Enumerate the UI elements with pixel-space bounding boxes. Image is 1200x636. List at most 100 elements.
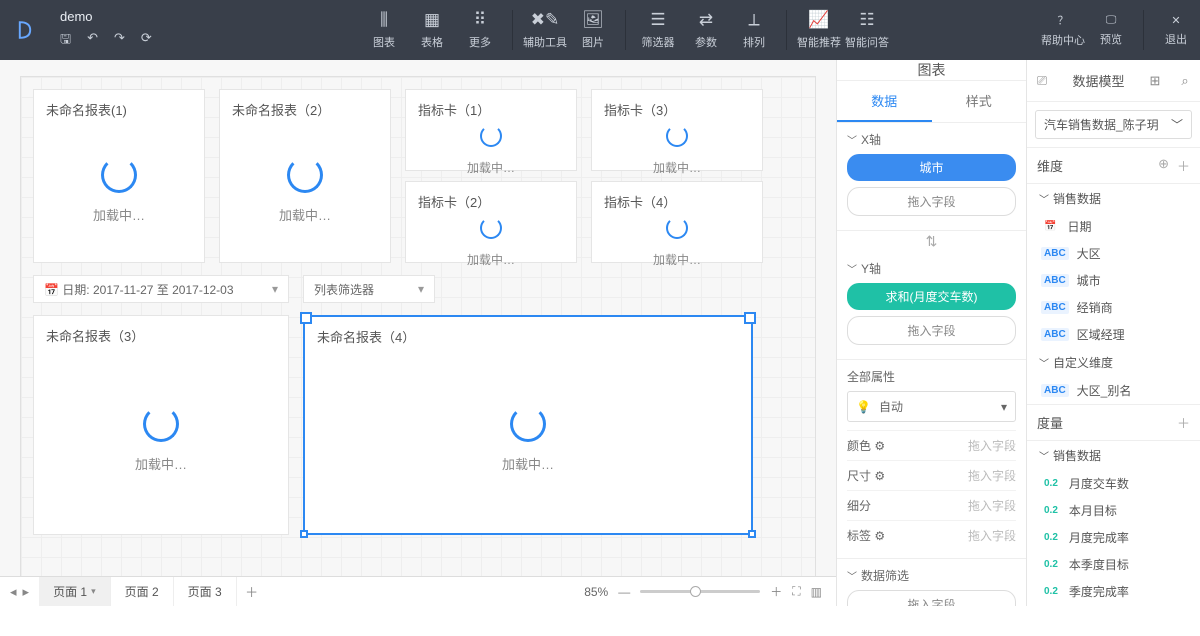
tool-sort[interactable]: ⟂排列 [730,0,778,60]
field-manager[interactable]: ABC区域经理 [1027,321,1200,348]
attributes-section: 全部属性 💡 自动 ▾ 颜色 ⚙拖入字段 尺寸 ⚙拖入字段 细分拖入字段 标签 … [837,360,1026,559]
tab-style[interactable]: 样式 [932,81,1027,122]
indicator-card-4[interactable]: 指标卡（4） 加载中… [591,181,763,263]
layout-toggle-icon[interactable]: ▥ [811,585,822,599]
chevron-down-icon[interactable]: ﹀ [847,132,857,147]
list-filter[interactable]: 列表筛选器 ▾ [303,275,435,303]
dataset-select[interactable]: 汽车销售数据_陈子玥 ﹀ [1035,110,1192,139]
add-page-button[interactable]: ＋ [237,582,267,601]
field-dealer[interactable]: ABC经销商 [1027,294,1200,321]
card-title: 未命名报表(1) [34,90,204,129]
panel-title: 图表 [837,60,1026,81]
chevron-down-icon[interactable]: ﹀ [847,261,857,276]
tool-table[interactable]: ▦表格 [408,0,456,60]
exit-button[interactable]: ✕退出 [1152,0,1200,60]
filter-icon: ☰ [650,10,665,30]
field-m3[interactable]: 0.2月度完成率 [1027,524,1200,551]
report-card-2[interactable]: 未命名报表（2） 加载中… [219,89,391,263]
custom-dim-subgroup[interactable]: ﹀自定义维度 [1027,348,1200,377]
attr-size[interactable]: 尺寸 ⚙拖入字段 [847,460,1016,490]
field-m4[interactable]: 0.2本季度目标 [1027,551,1200,578]
brand-logo[interactable] [0,0,50,60]
redo-icon[interactable]: ↷ [114,30,125,52]
indicator-card-2[interactable]: 指标卡（2） 加载中… [405,181,577,263]
indicator-card-1[interactable]: 指标卡（1） 加载中… [405,89,577,171]
tool-filter[interactable]: ☰筛选器 [634,0,682,60]
field-region[interactable]: ABC大区 [1027,240,1200,267]
param-icon: ⇄ [699,10,713,30]
field-m1[interactable]: 0.2月度交车数 [1027,470,1200,497]
undo-icon[interactable]: ↶ [87,30,98,52]
card-title: 指标卡（4） [592,182,762,221]
field-m5[interactable]: 0.2季度完成率 [1027,578,1200,605]
x-field-pill[interactable]: 城市 [847,154,1016,181]
sales-data-subgroup[interactable]: ﹀销售数据 [1027,184,1200,213]
caret-down-icon: ▾ [91,586,96,597]
page-tab-3[interactable]: 页面 3 [174,577,237,606]
swap-axes-icon[interactable]: ⇅ [837,231,1026,252]
field-m6[interactable]: 0.2本月进度 [1027,605,1200,606]
page-tab-1[interactable]: 页面 1▾ [39,577,111,606]
y-drop-zone[interactable]: 拖入字段 [847,316,1016,345]
x-axis-section: ﹀X轴 城市 拖入字段 [837,123,1026,231]
report-card-4-selected[interactable]: 未命名报表（4） 加载中… [303,315,753,535]
y-axis-label: Y轴 [861,260,881,277]
next-page-icon[interactable]: ▸ [23,584,30,600]
globe-icon[interactable]: ⊕ [1158,156,1169,175]
date-filter[interactable]: 📅 日期: 2017-11-27 至 2017-12-03 ▾ [33,275,289,303]
tab-data[interactable]: 数据 [837,81,932,122]
grid-icon[interactable]: ⊞ [1140,73,1170,89]
grid-icon: ⠿ [474,10,486,30]
gear-icon[interactable]: ⚙ [874,469,885,483]
indicator-card-3[interactable]: 指标卡（3） 加载中… [591,89,763,171]
tool-aux[interactable]: ✖✎辅助工具 [521,0,569,60]
report-card-3[interactable]: 未命名报表（3） 加载中… [33,315,289,535]
refresh-icon[interactable]: ⟳ [141,30,152,52]
add-icon[interactable]: ＋ [1177,156,1190,175]
x-drop-zone[interactable]: 拖入字段 [847,187,1016,216]
prev-page-icon[interactable]: ◂ [10,584,17,600]
sales-data-measure-subgroup[interactable]: ﹀销售数据 [1027,441,1200,470]
tool-qa[interactable]: ☷智能问答 [843,0,891,60]
close-icon: ✕ [1171,14,1180,27]
filter-drop-zone[interactable]: 拖入字段 [847,590,1016,606]
calendar-icon: 📅 [44,283,59,297]
attr-mode-select[interactable]: 💡 自动 ▾ [847,391,1016,422]
tool-recommend[interactable]: 📈智能推荐 [795,0,843,60]
tool-chart[interactable]: ⫼图表 [360,0,408,60]
gear-icon[interactable]: ⚙ [874,439,885,453]
report-card-1[interactable]: 未命名报表(1) 加载中… [33,89,205,263]
zoom-percent: 85% [584,585,608,599]
zoom-in-icon[interactable]: ＋ [770,583,782,600]
attr-detail[interactable]: 细分拖入字段 [847,490,1016,520]
tool-more[interactable]: ⠿更多 [456,0,504,60]
chevron-down-icon[interactable]: ﹀ [847,568,857,583]
save-icon[interactable]: 🖫 [60,30,71,52]
loading-text: 加载中… [502,454,554,483]
bulb-icon: 💡 [856,400,871,414]
add-icon[interactable]: ＋ [1177,413,1190,432]
y-field-pill[interactable]: 求和(月度交车数) [847,283,1016,310]
list-filter-label: 列表筛选器 [314,281,374,298]
tool-param[interactable]: ⇄参数 [682,0,730,60]
tool-image[interactable]: 🖼图片 [569,0,617,60]
spinner-icon [666,217,688,239]
zoom-slider[interactable] [640,590,760,593]
help-button[interactable]: ？帮助中心 [1039,0,1087,60]
fit-screen-icon[interactable]: ⛶ [792,584,800,599]
page-tab-2[interactable]: 页面 2 [111,577,174,606]
attr-color[interactable]: 颜色 ⚙拖入字段 [847,430,1016,460]
recommend-icon: 📈 [808,10,829,30]
field-m2[interactable]: 0.2本月目标 [1027,497,1200,524]
preview-button[interactable]: 🖵预览 [1087,0,1135,60]
zoom-out-icon[interactable]: — [618,585,630,599]
field-city[interactable]: ABC城市 [1027,267,1200,294]
model-panel-title: 数据模型 [1057,71,1140,90]
gear-icon[interactable]: ⚙ [874,529,885,543]
field-date[interactable]: 📅日期 [1027,213,1200,240]
search-icon[interactable]: ⌕ [1170,73,1200,89]
attr-label[interactable]: 标签 ⚙拖入字段 [847,520,1016,550]
canvas-grid[interactable]: 未命名报表(1) 加载中… 未命名报表（2） 加载中… 指标卡（1） 加载中… [20,76,816,576]
pin-icon[interactable]: ⎚ [1027,73,1057,89]
field-region-alias[interactable]: ABC大区_别名 [1027,377,1200,404]
